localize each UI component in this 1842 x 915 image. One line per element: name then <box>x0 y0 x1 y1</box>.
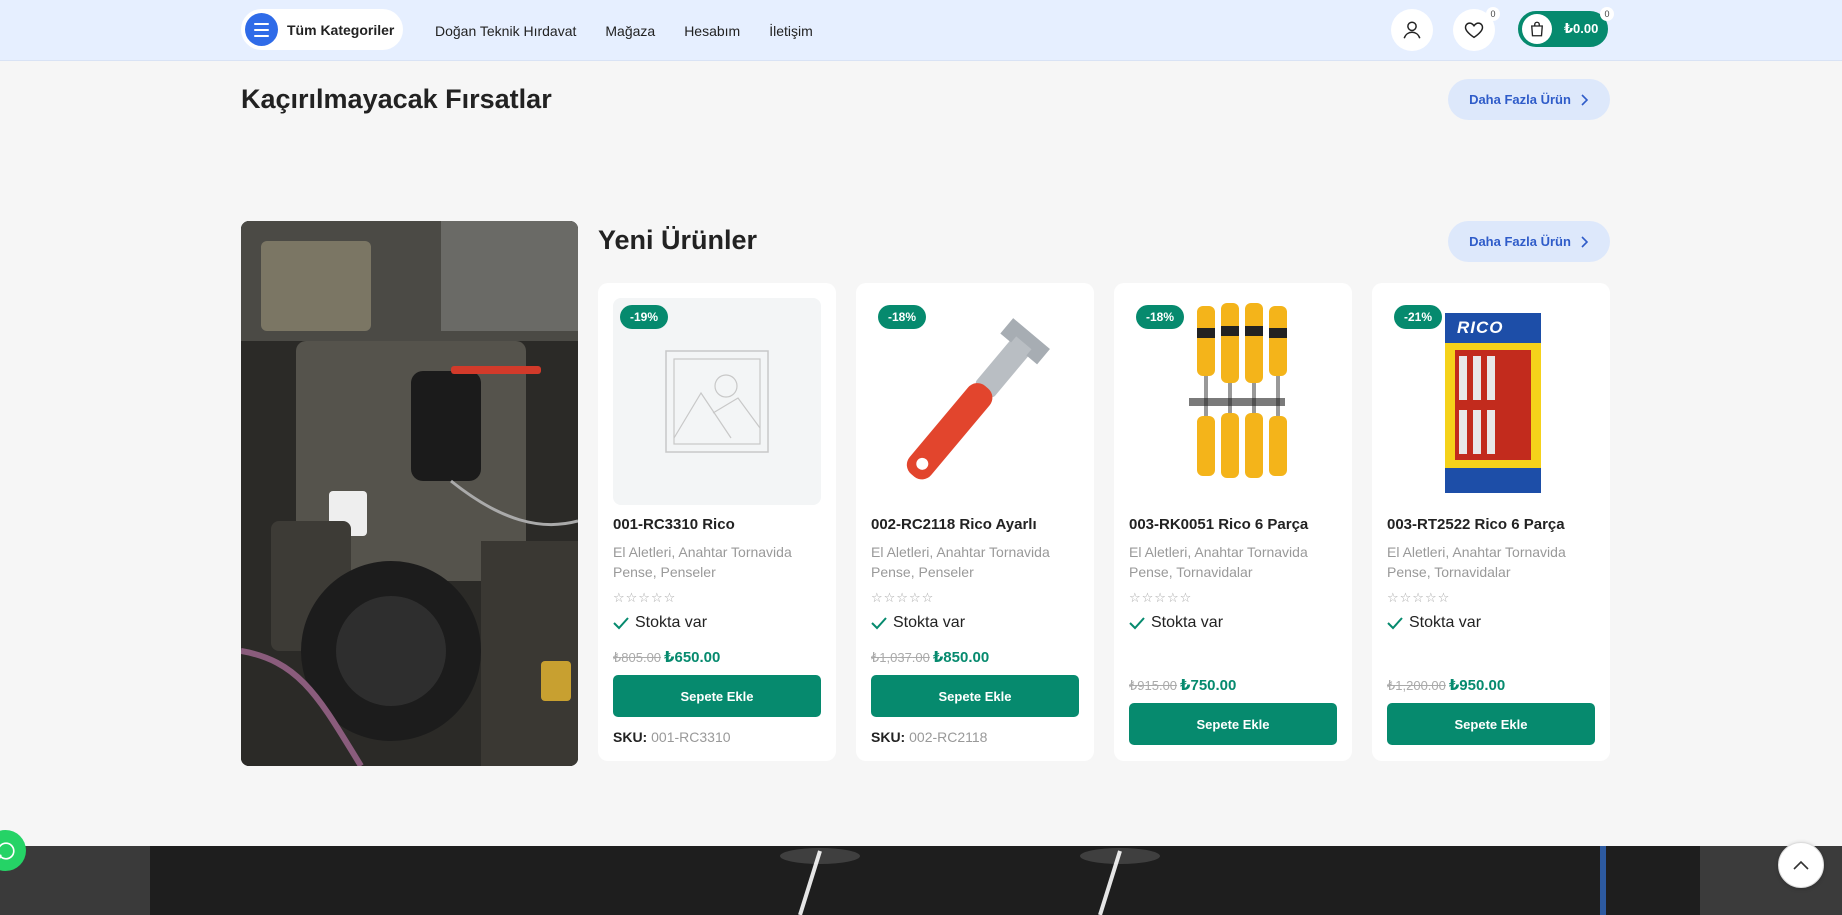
current-price: ₺650.00 <box>664 649 721 666</box>
stock-status: Stokta var <box>1129 614 1223 632</box>
discount-badge: -21% <box>1394 305 1443 329</box>
sku-label: SKU: <box>613 729 648 745</box>
stock-label: Stokta var <box>1151 614 1224 631</box>
check-icon <box>1129 617 1145 630</box>
new-products-more-label: Daha Fazla Ürün <box>1469 234 1571 249</box>
discount-badge: -18% <box>878 305 927 329</box>
stock-label: Stokta var <box>635 614 708 631</box>
old-price: ₺1,200.00 <box>1387 678 1446 693</box>
product-image[interactable] <box>1129 298 1337 505</box>
all-categories-button[interactable]: Tüm Kategoriler <box>241 9 403 50</box>
chevron-up-icon <box>1793 860 1809 870</box>
product-price: ₺1,037.00 ₺850.00 <box>871 648 989 666</box>
sku-value: 001-RC3310 <box>651 729 731 745</box>
menu-icon <box>245 13 278 46</box>
deals-more-button[interactable]: Daha Fazla Ürün <box>1448 79 1610 120</box>
stock-label: Stokta var <box>1409 614 1482 631</box>
wishlist-count-badge: 0 <box>1486 7 1500 21</box>
product-card: -18% 003-RK0051 Rico 6 Parça El Aletleri… <box>1114 283 1352 761</box>
account-button[interactable] <box>1391 9 1433 51</box>
product-categories: El Aletleri, Anahtar Tornavida Pense, Pe… <box>871 544 1050 580</box>
screwdriver-set-image <box>1189 303 1287 478</box>
stock-status: Stokta var <box>613 614 707 632</box>
deals-title: Kaçırılmayacak Fırsatlar <box>241 84 552 114</box>
new-products-title: Yeni Ürünler <box>598 225 758 255</box>
cart-count-badge: 0 <box>1600 7 1614 21</box>
site-header: Tüm Kategoriler Doğan Teknik Hırdavat Ma… <box>0 0 1842 61</box>
new-products-more-button[interactable]: Daha Fazla Ürün <box>1448 221 1610 262</box>
check-icon <box>1387 617 1403 630</box>
current-price: ₺850.00 <box>932 649 990 666</box>
check-icon <box>613 617 629 630</box>
add-to-cart-button[interactable]: Sepete Ekle <box>871 675 1079 717</box>
image-placeholder-icon <box>665 350 769 453</box>
old-price: ₺1,037.00 <box>871 650 930 665</box>
old-price: ₺915.00 <box>1129 678 1178 693</box>
product-price: ₺805.00 ₺650.00 <box>613 648 720 666</box>
scroll-to-top-button[interactable] <box>1778 842 1824 888</box>
shopping-bag-icon <box>1522 14 1552 44</box>
product-card: -18% 002-RC2118 Rico Ayarlı El Aletleri,… <box>856 283 1094 761</box>
product-price: ₺1,200.00 ₺950.00 <box>1387 676 1505 694</box>
product-card: -21% RICO 003-RT2522 Rico 6 Parça El Ale… <box>1372 283 1610 761</box>
whatsapp-icon <box>0 841 15 860</box>
box-brand-label: RICO <box>1457 318 1504 337</box>
rating-stars: ☆☆☆☆☆ <box>1129 590 1193 605</box>
sku-label: SKU: <box>871 729 906 745</box>
adjustable-wrench-image <box>906 318 1050 480</box>
heart-icon <box>1464 22 1484 39</box>
garage-banner-image <box>0 846 1842 915</box>
product-categories: El Aletleri, Anahtar Tornavida Pense, To… <box>1387 544 1566 580</box>
nav-account[interactable]: Hesabım <box>684 23 740 39</box>
current-price: ₺750.00 <box>1180 677 1237 694</box>
product-name[interactable]: 002-RC2118 Rico Ayarlı <box>871 516 1037 533</box>
cart-button[interactable]: ₺0.00 <box>1515 8 1611 50</box>
nav-shop[interactable]: Mağaza <box>605 23 655 39</box>
rating-stars: ☆☆☆☆☆ <box>1387 590 1451 605</box>
rating-stars: ☆☆☆☆☆ <box>871 590 935 605</box>
old-price: ₺805.00 <box>613 650 662 665</box>
nav-contact[interactable]: İletişim <box>769 23 813 39</box>
add-to-cart-button[interactable]: Sepete Ekle <box>1387 703 1595 745</box>
product-card: -19% 001-RC3310 Rico El Aletleri, Anahta… <box>598 283 836 761</box>
product-sku: SKU: 001-RC3310 <box>613 729 731 745</box>
stock-status: Stokta var <box>871 614 965 632</box>
stock-status: Stokta var <box>1387 614 1481 632</box>
chevron-right-icon <box>1581 235 1589 248</box>
current-price: ₺950.00 <box>1448 677 1506 694</box>
product-sku: SKU: 002-RC2118 <box>871 729 987 745</box>
product-image[interactable] <box>613 298 821 505</box>
all-categories-label: Tüm Kategoriler <box>287 21 395 38</box>
sku-value: 002-RC2118 <box>909 729 988 745</box>
product-name[interactable]: 001-RC3310 Rico <box>613 516 735 533</box>
product-name[interactable]: 003-RK0051 Rico 6 Parça <box>1129 516 1308 533</box>
add-to-cart-button[interactable]: Sepete Ekle <box>1129 703 1337 745</box>
product-image[interactable]: RICO <box>1387 298 1595 505</box>
check-icon <box>871 617 887 630</box>
product-categories: El Aletleri, Anahtar Tornavida Pense, Pe… <box>613 544 792 580</box>
chevron-right-icon <box>1581 93 1589 106</box>
discount-badge: -18% <box>1136 305 1185 329</box>
deals-more-label: Daha Fazla Ürün <box>1469 92 1571 107</box>
rating-stars: ☆☆☆☆☆ <box>613 590 677 605</box>
discount-badge: -19% <box>620 305 669 329</box>
product-name[interactable]: 003-RT2522 Rico 6 Parça <box>1387 516 1565 533</box>
add-to-cart-button[interactable]: Sepete Ekle <box>613 675 821 717</box>
product-price: ₺915.00 ₺750.00 <box>1129 676 1236 694</box>
user-icon <box>1403 21 1421 39</box>
main-nav: Doğan Teknik Hırdavat Mağaza Hesabım İle… <box>435 0 842 61</box>
product-categories: El Aletleri, Anahtar Tornavida Pense, To… <box>1129 544 1308 580</box>
product-image[interactable] <box>871 298 1079 505</box>
nav-home[interactable]: Doğan Teknik Hırdavat <box>435 23 576 39</box>
stock-label: Stokta var <box>893 614 966 631</box>
promo-engine-image[interactable] <box>241 221 578 766</box>
cart-total: ₺0.00 <box>1564 21 1599 36</box>
